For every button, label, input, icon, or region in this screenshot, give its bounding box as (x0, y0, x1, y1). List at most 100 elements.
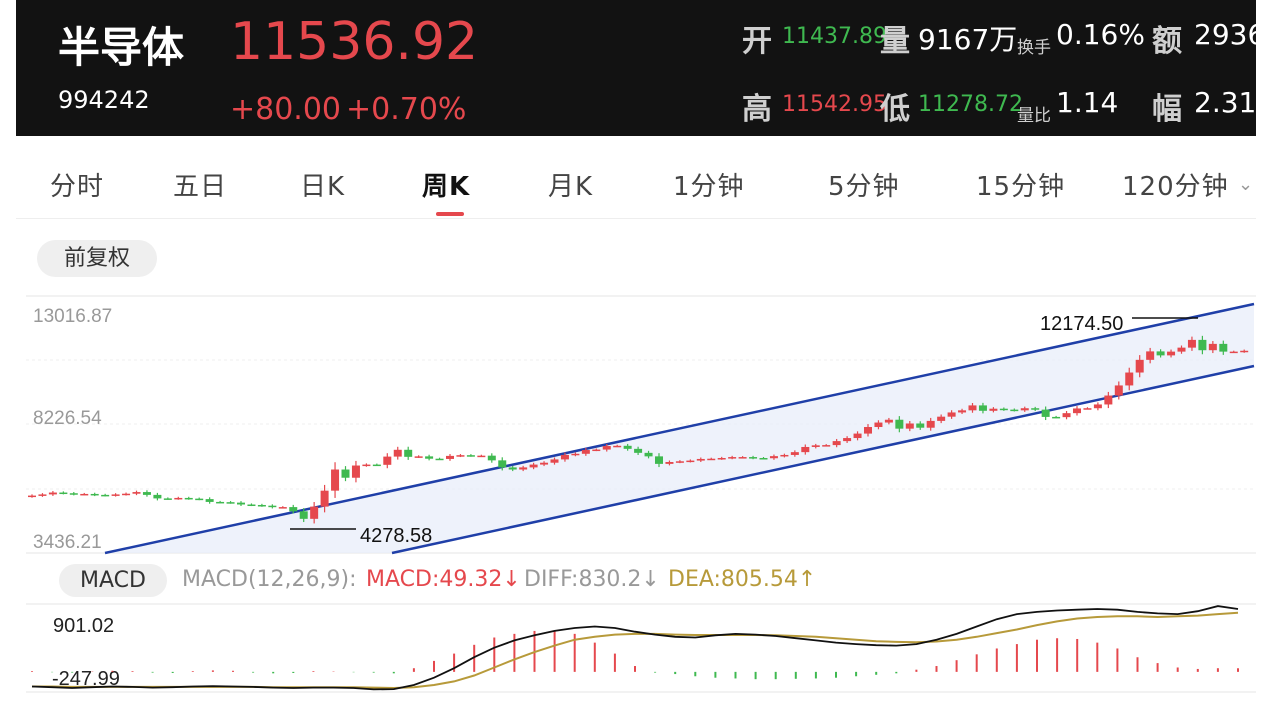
max-price-label: 12174.50 (1040, 313, 1123, 335)
candle-body (937, 416, 946, 421)
min-price-label: 4278.58 (360, 525, 432, 547)
candle-body (372, 464, 381, 467)
candle-body (414, 456, 423, 458)
candle-body (1104, 395, 1113, 405)
candle-body (299, 511, 308, 519)
candle-body (947, 412, 956, 417)
macd-value: MACD:49.32↓ (366, 567, 521, 592)
candle-body (59, 492, 68, 495)
candle-body (101, 494, 110, 497)
candle-body (738, 457, 747, 459)
candle-body (592, 449, 601, 452)
candle-body (456, 455, 465, 457)
candle-body (1187, 339, 1196, 348)
candle-body (550, 459, 559, 463)
candle-body (48, 492, 57, 495)
candle-body (968, 405, 977, 411)
macd-histogram (31, 630, 1239, 680)
candle-body (1041, 409, 1050, 417)
candle-body (310, 506, 319, 519)
candle-body (237, 502, 245, 505)
candle-body (644, 452, 653, 457)
candle-body (393, 449, 402, 457)
candle-body (1062, 413, 1071, 418)
candle-body (853, 433, 862, 439)
candle-body (341, 469, 350, 478)
candle-body (362, 464, 371, 467)
candle-body (529, 464, 538, 468)
candle-body (895, 419, 904, 429)
candle-body (759, 458, 768, 460)
y-tick-label: 13016.87 (33, 306, 112, 327)
y-tick-label: 8226.54 (33, 408, 102, 429)
dea-value: DEA:805.54↑ (668, 567, 817, 592)
candle-body (623, 445, 632, 449)
candle-body (69, 493, 78, 495)
candle-body (790, 452, 799, 455)
candle-body (132, 492, 141, 494)
candle-body (801, 446, 810, 453)
candle-body (634, 448, 643, 453)
candle-body (80, 493, 89, 496)
candle-body (163, 498, 172, 500)
candle-body (487, 455, 496, 461)
candle-body (1156, 351, 1165, 356)
candle-body (717, 458, 726, 460)
macd-params: MACD(12,26,9): (182, 567, 357, 592)
candle-body (696, 458, 705, 461)
channel-upper-line[interactable] (104, 302, 1255, 555)
candle-body (1198, 339, 1207, 351)
candle-body (1125, 372, 1134, 386)
candle-body (864, 427, 872, 434)
candle-body (926, 420, 935, 428)
candle-body (1093, 404, 1102, 409)
candle-body (404, 449, 413, 457)
candle-body (508, 467, 517, 470)
candle-body (560, 454, 569, 460)
candle-body (540, 462, 549, 465)
candle-body (675, 461, 684, 463)
candle-body (257, 504, 266, 507)
candle-body (498, 460, 507, 468)
candle-body (122, 493, 131, 496)
indicator-selector-button[interactable]: MACD (59, 564, 167, 597)
candle-body (581, 450, 590, 454)
candle-body (435, 458, 444, 461)
candle-body (289, 507, 298, 512)
candle-body (958, 410, 967, 413)
channel-lower-line[interactable] (391, 364, 1255, 555)
candle-body (195, 498, 204, 501)
candle-body (184, 497, 193, 500)
candle-body (613, 445, 622, 448)
candle-body (811, 445, 820, 447)
candle-body (884, 419, 893, 423)
candle-body (769, 456, 778, 459)
candle-body (686, 460, 695, 463)
candle-body (832, 441, 841, 446)
candle-body (1240, 350, 1249, 353)
candle-body (602, 446, 611, 450)
candle-body (1010, 409, 1019, 412)
y-tick-label: 3436.21 (33, 532, 102, 553)
candle-body (1020, 408, 1029, 411)
candle-body (749, 457, 758, 459)
candle-body (916, 423, 925, 428)
candle-body (1135, 359, 1144, 373)
candle-body (999, 408, 1008, 411)
candle-body (1219, 343, 1228, 352)
candle-body (216, 501, 225, 504)
candle-body (278, 507, 287, 509)
candle-body (519, 467, 528, 470)
candle-body (38, 494, 47, 496)
candle-body (226, 502, 235, 504)
diff-value: DIFF:830.2↓ (524, 567, 660, 592)
candle-body (174, 497, 183, 500)
candle-body (142, 492, 151, 495)
kline-chart[interactable]: 13016.87 8226.54 3436.21 12174.50 4278.5… (0, 0, 1280, 725)
candle-body (446, 455, 454, 459)
candle-body (90, 493, 99, 496)
candle-body (1167, 351, 1176, 356)
candle-body (1208, 343, 1217, 351)
candle-body (843, 438, 852, 442)
candle-body (905, 423, 914, 429)
